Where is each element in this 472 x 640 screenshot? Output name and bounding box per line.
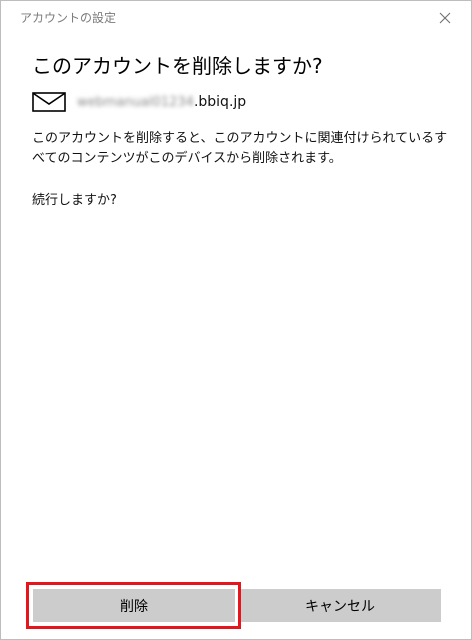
dialog-heading: このアカウントを削除しますか? xyxy=(32,54,323,78)
cancel-button[interactable]: キャンセル xyxy=(239,589,441,622)
delete-warning-message: このアカウントを削除すると、このアカウントに関連付けられているすべてのコンテンツ… xyxy=(32,131,448,166)
confirm-question: 続行しますか? xyxy=(32,193,117,208)
account-row: webmanual01234 .bbiq.jp xyxy=(32,90,246,114)
account-settings-dialog: アカウントの設定 このアカウントを削除しますか? webmanual01234.… xyxy=(0,0,472,640)
close-icon xyxy=(439,12,451,24)
delete-button[interactable]: 削除 xyxy=(33,589,235,622)
window-title: アカウントの設定 xyxy=(20,11,117,25)
email-domain: .bbiq.jp xyxy=(193,94,247,110)
close-button[interactable] xyxy=(433,7,457,29)
title-bar: アカウントの設定 xyxy=(1,1,471,33)
mail-icon xyxy=(32,92,66,112)
account-email: webmanual01234 .bbiq.jp xyxy=(77,94,246,110)
email-blurred-local-part: webmanual01234 xyxy=(77,94,194,110)
